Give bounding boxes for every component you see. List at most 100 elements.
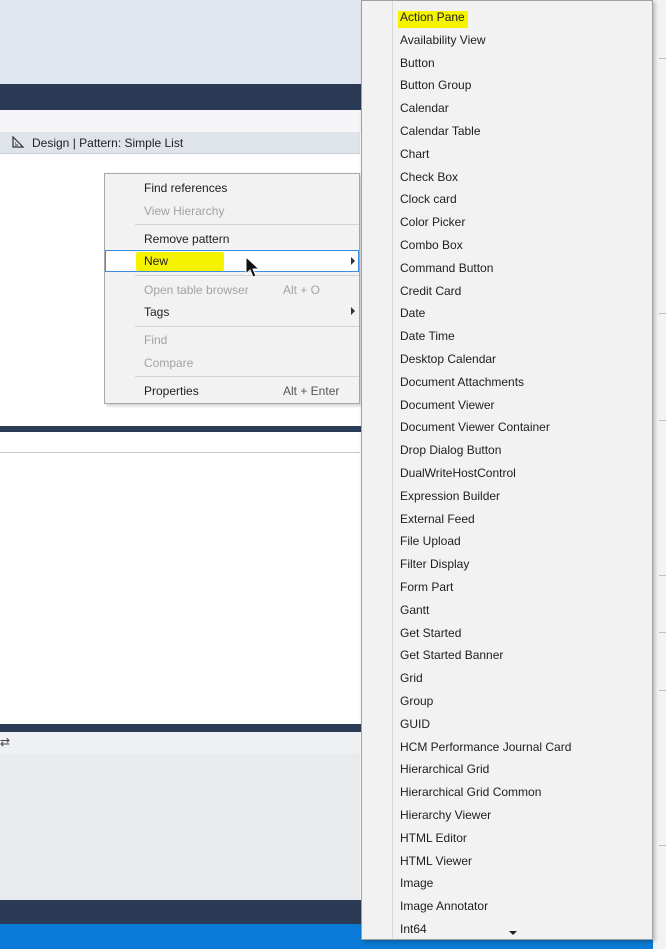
- edge-tick: [659, 632, 666, 633]
- submenu-item[interactable]: Image: [362, 872, 652, 894]
- submenu-item-label: Button Group: [400, 78, 472, 93]
- submenu-item-label: HTML Editor: [400, 830, 467, 845]
- submenu-item-label: External Feed: [400, 511, 475, 526]
- submenu-item[interactable]: Document Viewer Container: [362, 416, 652, 438]
- submenu-item[interactable]: Command Button: [362, 257, 652, 279]
- submenu-item[interactable]: Date: [362, 302, 652, 324]
- submenu-item[interactable]: Calendar: [362, 97, 652, 119]
- menu-item-view-hierarchy[interactable]: View Hierarchy: [105, 200, 359, 222]
- menu-item-properties[interactable]: Properties Alt + Enter: [105, 380, 359, 402]
- pin-icon[interactable]: ⇄: [0, 735, 10, 749]
- submenu-item[interactable]: Document Viewer: [362, 394, 652, 416]
- lower-panel: [0, 754, 360, 900]
- submenu-item[interactable]: Action Pane: [362, 6, 652, 28]
- menu-separator: [135, 326, 359, 327]
- submenu-item[interactable]: File Upload: [362, 530, 652, 552]
- submenu-item[interactable]: Expression Builder: [362, 485, 652, 507]
- submenu-item-label: Expression Builder: [400, 488, 501, 503]
- submenu-item-label: Drop Dialog Button: [400, 443, 502, 458]
- menu-item-compare[interactable]: Compare: [105, 352, 359, 374]
- submenu-item-label: Get Started: [400, 625, 462, 640]
- submenu-item-label: DualWriteHostControl: [400, 466, 516, 480]
- submenu-item-label: Date: [400, 306, 426, 321]
- submenu-item[interactable]: Get Started: [362, 622, 652, 644]
- submenu-item[interactable]: Chart: [362, 143, 652, 165]
- submenu-item-label: Command Button: [400, 260, 494, 275]
- edge-tick: [659, 420, 666, 421]
- menu-item-label: View Hierarchy: [144, 204, 225, 218]
- menu-item-find-references[interactable]: Find references: [105, 177, 359, 199]
- menu-item-remove-pattern[interactable]: Remove pattern: [105, 228, 359, 250]
- submenu-item-label: Clock card: [400, 192, 457, 207]
- submenu-item[interactable]: Hierarchical Grid Common: [362, 781, 652, 803]
- submenu-item[interactable]: Button: [362, 52, 652, 74]
- menu-separator: [135, 224, 359, 225]
- new-submenu: Action Pane Availability View Button Button…: [361, 0, 653, 940]
- submenu-item-label: Filter Display: [400, 557, 470, 572]
- submenu-item-label: Date Time: [400, 329, 455, 344]
- submenu-item-label: Int64: [400, 922, 427, 936]
- submenu-item[interactable]: Button Group: [362, 74, 652, 96]
- submenu-item[interactable]: Filter Display: [362, 553, 652, 575]
- submenu-item-label: Credit Card: [400, 283, 462, 298]
- submenu-item-label: Availability View: [400, 32, 486, 47]
- edge-tick: [659, 690, 666, 691]
- menu-item-shortcut: Alt + O: [283, 283, 321, 297]
- submenu-item-label: Action Pane: [400, 10, 465, 24]
- submenu-item[interactable]: Form Part: [362, 576, 652, 598]
- submenu-item-label: Image: [400, 876, 434, 891]
- menu-item-label: New: [144, 254, 169, 268]
- submenu-item[interactable]: DualWriteHostControl: [362, 462, 652, 484]
- submenu-item-label: Document Attachments: [400, 374, 525, 389]
- submenu-item[interactable]: Combo Box: [362, 234, 652, 256]
- submenu-item[interactable]: Credit Card: [362, 280, 652, 302]
- submenu-item[interactable]: Color Picker: [362, 211, 652, 233]
- menu-item-find[interactable]: Find: [105, 329, 359, 351]
- scroll-down-arrow-icon[interactable]: [509, 931, 517, 935]
- menu-item-label: Properties: [144, 384, 199, 398]
- menu-item-label: Remove pattern: [144, 232, 230, 246]
- designer-title: Design | Pattern: Simple List: [32, 136, 184, 150]
- submenu-item[interactable]: Desktop Calendar: [362, 348, 652, 370]
- submenu-item[interactable]: Grid: [362, 667, 652, 689]
- submenu-item[interactable]: Group: [362, 690, 652, 712]
- submenu-item[interactable]: Availability View: [362, 29, 652, 51]
- submenu-item[interactable]: Image Annotator: [362, 895, 652, 917]
- submenu-item[interactable]: HTML Editor: [362, 827, 652, 849]
- submenu-item-label: Color Picker: [400, 215, 466, 230]
- submenu-item[interactable]: Clock card: [362, 188, 652, 210]
- submenu-item[interactable]: Gantt: [362, 599, 652, 621]
- submenu-item[interactable]: Hierarchical Grid: [362, 758, 652, 780]
- submenu-item[interactable]: Hierarchy Viewer: [362, 804, 652, 826]
- submenu-item[interactable]: Date Time: [362, 325, 652, 347]
- menu-item-label: Compare: [144, 356, 194, 370]
- menu-item-shortcut: Alt + Enter: [283, 384, 340, 398]
- menu-item-new[interactable]: New: [105, 250, 359, 272]
- submenu-item-label: Get Started Banner: [400, 648, 504, 663]
- submenu-item[interactable]: Calendar Table: [362, 120, 652, 142]
- submenu-item[interactable]: Int64: [362, 918, 652, 939]
- submenu-item[interactable]: Drop Dialog Button: [362, 439, 652, 461]
- submenu-item-label: Hierarchical Grid Common: [400, 785, 542, 800]
- menu-item-label: Open table browser: [144, 283, 249, 297]
- submenu-item[interactable]: HCM Performance Journal Card: [362, 736, 652, 758]
- submenu-item-label: Check Box: [400, 169, 459, 184]
- submenu-item[interactable]: Get Started Banner: [362, 644, 652, 666]
- submenu-item[interactable]: GUID: [362, 713, 652, 735]
- menu-separator: [135, 376, 359, 377]
- submenu-item[interactable]: Document Attachments: [362, 371, 652, 393]
- edge-tick: [659, 845, 666, 846]
- submenu-item-label: Chart: [400, 146, 430, 161]
- menu-item-open-table-browser[interactable]: Open table browser Alt + O: [105, 279, 359, 301]
- submenu-item-label: Document Viewer Container: [400, 420, 550, 435]
- mouse-pointer-icon: [244, 255, 262, 280]
- edge-tick: [659, 58, 666, 59]
- submenu-item-label: HTML Viewer: [400, 853, 473, 868]
- chevron-right-icon: [351, 257, 355, 265]
- menu-item-label: Tags: [144, 305, 170, 319]
- submenu-item[interactable]: Check Box: [362, 166, 652, 188]
- menu-item-tags[interactable]: Tags: [105, 301, 359, 323]
- submenu-item[interactable]: External Feed: [362, 508, 652, 530]
- menu-item-label: Find: [144, 333, 168, 347]
- submenu-item[interactable]: HTML Viewer: [362, 850, 652, 872]
